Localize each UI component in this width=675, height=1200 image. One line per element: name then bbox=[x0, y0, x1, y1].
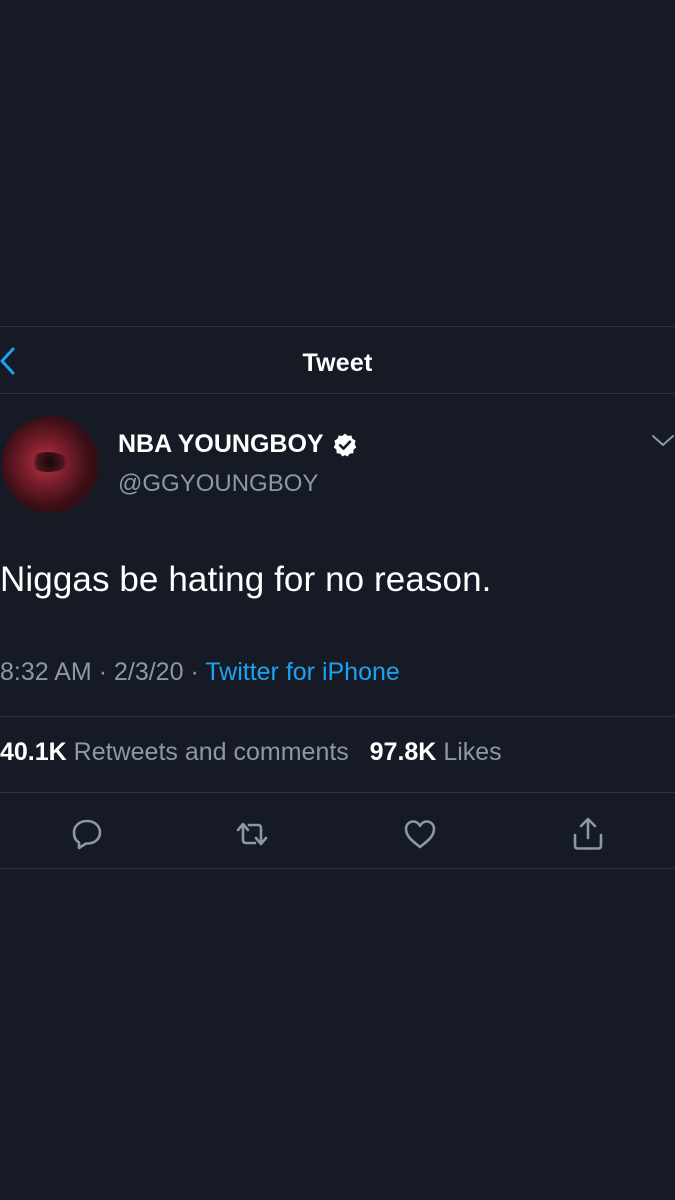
share-button[interactable] bbox=[566, 812, 610, 856]
tweet-meta: 8:32 AM · 2/3/20 · Twitter for iPhone bbox=[0, 658, 400, 687]
author-name-row[interactable]: NBA YOUNGBOY bbox=[118, 430, 358, 459]
avatar[interactable] bbox=[2, 416, 99, 513]
likes-label: Likes bbox=[443, 738, 502, 766]
top-nav-bar: Tweet bbox=[0, 326, 675, 394]
divider bbox=[0, 868, 675, 869]
retweets-label: Retweets and comments bbox=[73, 738, 349, 766]
likes-stat[interactable]: 97.8K Likes bbox=[370, 738, 502, 766]
tweet-stats: 40.1K Retweets and comments 97.8K Likes bbox=[0, 738, 502, 767]
tweet-detail-screen: Tweet NBA YOUNGBOY @GGYOUNGBOY Niggas be… bbox=[0, 0, 675, 1200]
tweet-time: 8:32 AM bbox=[0, 658, 92, 686]
likes-count: 97.8K bbox=[369, 738, 437, 766]
meta-separator: · bbox=[190, 658, 199, 686]
author-handle[interactable]: @GGYOUNGBOY bbox=[118, 470, 318, 498]
retweets-stat[interactable]: 40.1K Retweets and comments bbox=[0, 738, 349, 766]
tweet-source-link[interactable]: Twitter for iPhone bbox=[205, 658, 400, 686]
tweet-text: Niggas be hating for no reason. bbox=[0, 560, 492, 599]
author-name: NBA YOUNGBOY bbox=[118, 430, 324, 458]
heart-icon bbox=[404, 820, 436, 849]
chevron-down-icon bbox=[652, 435, 674, 446]
divider bbox=[0, 792, 675, 793]
more-options-button[interactable] bbox=[650, 432, 675, 462]
verified-badge-icon bbox=[333, 433, 356, 456]
page-title: Tweet bbox=[302, 349, 373, 377]
avatar-photo-detail bbox=[28, 452, 68, 472]
like-button[interactable] bbox=[398, 812, 442, 856]
reply-button[interactable] bbox=[65, 812, 109, 856]
reply-icon bbox=[72, 819, 102, 850]
retweet-button[interactable] bbox=[230, 812, 274, 856]
retweet-icon bbox=[236, 822, 268, 846]
share-icon bbox=[573, 817, 603, 850]
retweets-count: 40.1K bbox=[0, 738, 67, 766]
meta-separator: · bbox=[98, 658, 108, 686]
tweet-date: 2/3/20 bbox=[113, 658, 184, 686]
divider bbox=[0, 716, 675, 717]
